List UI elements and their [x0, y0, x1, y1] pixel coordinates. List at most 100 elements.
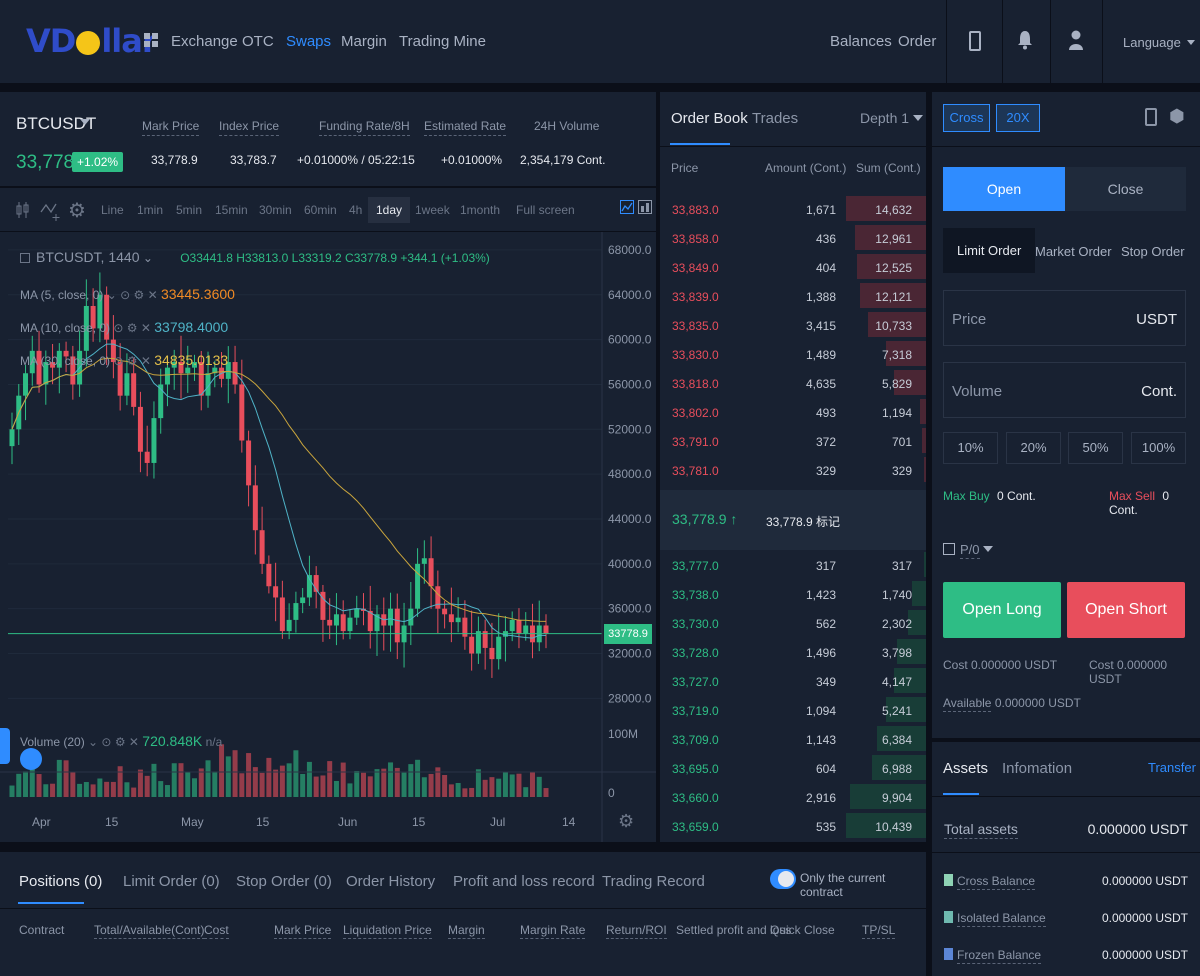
- order-price: 33,659.0: [672, 820, 719, 834]
- logo[interactable]: VD llar: [26, 22, 158, 60]
- volume-bar: [110, 781, 116, 797]
- user-icon[interactable]: [1069, 30, 1083, 53]
- ask-row[interactable]: 33,849.0 404 12,525: [660, 252, 926, 281]
- bid-row[interactable]: 33,727.0 349 4,147: [660, 666, 926, 695]
- volume-bar: [475, 769, 481, 797]
- ma30-label: MA (30, close, 0): [20, 354, 111, 368]
- bid-row[interactable]: 33,659.0 535 10,439: [660, 811, 926, 840]
- tab-order-book[interactable]: Order Book: [671, 110, 748, 127]
- depth-selector[interactable]: Depth 1: [860, 110, 923, 126]
- interval-1week[interactable]: 1week: [415, 203, 450, 217]
- bid-row[interactable]: 33,719.0 1,094 5,241: [660, 695, 926, 724]
- post-only-selector[interactable]: P/0: [960, 542, 994, 559]
- post-only-checkbox[interactable]: [943, 543, 955, 555]
- nav-order[interactable]: Order: [898, 33, 936, 50]
- bid-row[interactable]: 33,738.0 1,423 1,740: [660, 579, 926, 608]
- interval-4h[interactable]: 4h: [349, 203, 362, 217]
- tab-order-history[interactable]: Order History: [346, 873, 435, 890]
- volume-tick-label: 0: [608, 786, 615, 800]
- settings-hex-icon[interactable]: ⬢: [1169, 106, 1185, 127]
- full-screen-button[interactable]: Full screen: [516, 203, 575, 217]
- interval-1day[interactable]: 1day: [368, 197, 411, 223]
- percent-20-button[interactable]: 20%: [1006, 432, 1061, 464]
- tab-information[interactable]: Infomation: [1002, 760, 1072, 777]
- calculator-icon[interactable]: [1145, 108, 1157, 126]
- tab-positions[interactable]: Positions (0): [19, 873, 102, 890]
- stop-order-tab[interactable]: Stop Order: [1121, 244, 1185, 259]
- bid-row[interactable]: 33,695.0 604 6,988: [660, 753, 926, 782]
- bid-row[interactable]: 33,728.0 1,496 3,798: [660, 637, 926, 666]
- depth-chart-icon[interactable]: [638, 200, 652, 214]
- interval-1month[interactable]: 1month: [460, 203, 500, 217]
- interval-line[interactable]: Line: [101, 203, 124, 217]
- tab-limit-order[interactable]: Limit Order (0): [123, 873, 220, 890]
- percent-50-button[interactable]: 50%: [1068, 432, 1123, 464]
- mobile-icon[interactable]: [969, 31, 981, 51]
- open-long-button[interactable]: Open Long: [943, 582, 1061, 638]
- tab-stop-order[interactable]: Stop Order (0): [236, 873, 332, 890]
- ask-row[interactable]: 33,830.0 1,489 7,318: [660, 339, 926, 368]
- cross-margin-button[interactable]: Cross: [943, 104, 990, 132]
- candle-type-icon[interactable]: [16, 200, 36, 220]
- current-contract-toggle[interactable]: [770, 869, 796, 889]
- order-sum: 5,241: [881, 704, 912, 718]
- bid-row[interactable]: 33,709.0 1,143 6,384: [660, 724, 926, 753]
- interval-60min[interactable]: 60min: [304, 203, 337, 217]
- ask-row[interactable]: 33,858.0 436 12,961: [660, 223, 926, 252]
- settings-gear-icon[interactable]: ⚙: [68, 198, 88, 222]
- grid-icon[interactable]: [144, 33, 158, 47]
- volume-bar: [259, 772, 265, 797]
- leverage-button[interactable]: 20X: [996, 104, 1040, 132]
- interval-5min[interactable]: 5min: [176, 203, 202, 217]
- tab-trading-record[interactable]: Trading Record: [602, 873, 705, 890]
- balance-label: Cross Balance: [957, 874, 1036, 890]
- chart-mode-icon[interactable]: [620, 200, 634, 214]
- expand-sidebar-handle[interactable]: [0, 728, 10, 764]
- open-short-button[interactable]: Open Short: [1067, 582, 1185, 638]
- ask-row[interactable]: 33,802.0 493 1,194: [660, 397, 926, 426]
- interval-1min[interactable]: 1min: [137, 203, 163, 217]
- tab-assets[interactable]: Assets: [943, 760, 988, 777]
- limit-order-tab[interactable]: Limit Order: [943, 228, 1036, 273]
- chart-settings-icon[interactable]: ⚙: [618, 811, 634, 832]
- nav-margin[interactable]: Margin: [341, 33, 387, 50]
- nav-exchange[interactable]: Exchange: [171, 33, 238, 50]
- open-tab-button[interactable]: Open: [943, 167, 1065, 211]
- caret-down-icon[interactable]: [80, 119, 90, 125]
- interval-15min[interactable]: 15min: [215, 203, 248, 217]
- tab-underline: [943, 793, 979, 795]
- tab-profit-loss[interactable]: Profit and loss record: [453, 873, 595, 890]
- volume-input[interactable]: Volume Cont.: [943, 362, 1186, 418]
- ob-header-amount: Amount (Cont.): [765, 161, 847, 175]
- language-selector[interactable]: Language: [1123, 35, 1196, 50]
- tv-logo-icon[interactable]: [20, 748, 42, 770]
- logo-text-left: VD: [26, 22, 76, 60]
- candle-body: [455, 617, 461, 623]
- market-order-tab[interactable]: Market Order: [1035, 244, 1112, 259]
- ask-row[interactable]: 33,781.0 329 329: [660, 455, 926, 484]
- bid-row[interactable]: 33,730.0 562 2,302: [660, 608, 926, 637]
- bid-row[interactable]: 33,660.0 2,916 9,904: [660, 782, 926, 811]
- ask-row[interactable]: 33,835.0 3,415 10,733: [660, 310, 926, 339]
- ask-row[interactable]: 33,791.0 372 701: [660, 426, 926, 455]
- nav-trading-mine[interactable]: Trading Mine: [399, 33, 486, 50]
- nav-swaps[interactable]: Swaps: [286, 33, 331, 50]
- bid-row[interactable]: 33,777.0 317 317: [660, 550, 926, 579]
- close-tab-button[interactable]: Close: [1065, 167, 1186, 211]
- mark-price: 33,778.9 标记: [766, 515, 841, 529]
- ask-row[interactable]: 33,839.0 1,388 12,121: [660, 281, 926, 310]
- interval-30min[interactable]: 30min: [259, 203, 292, 217]
- nav-otc[interactable]: OTC: [242, 33, 274, 50]
- percent-100-button[interactable]: 100%: [1131, 432, 1186, 464]
- ask-row[interactable]: 33,883.0 1,671 14,632: [660, 194, 926, 223]
- indicator-icon[interactable]: [40, 200, 60, 221]
- transfer-link[interactable]: Transfer: [1148, 760, 1196, 775]
- stat-label-mark-price: Mark Price: [142, 119, 200, 136]
- bell-icon[interactable]: [1018, 30, 1032, 53]
- tab-trades[interactable]: Trades: [752, 110, 798, 127]
- percent-10-button[interactable]: 10%: [943, 432, 998, 464]
- collapse-icon[interactable]: [20, 253, 30, 263]
- nav-balances[interactable]: Balances: [830, 33, 892, 50]
- price-input[interactable]: Price USDT: [943, 290, 1186, 346]
- ask-row[interactable]: 33,818.0 4,635 5,829: [660, 368, 926, 397]
